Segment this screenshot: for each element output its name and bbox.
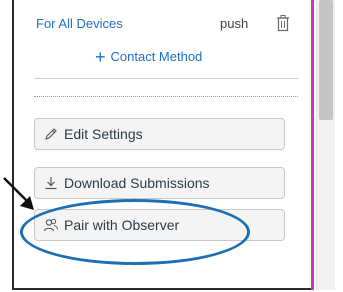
settings-panel: For All Devices push + Contact Method Ed… <box>20 0 310 288</box>
scrollbar[interactable] <box>316 0 335 290</box>
download-submissions-button[interactable]: Download Submissions <box>34 167 285 199</box>
device-link[interactable]: For All Devices <box>36 16 123 31</box>
scrollbar-thumb[interactable] <box>319 0 333 120</box>
pencil-icon <box>45 128 57 140</box>
add-contact-method-label: Contact Method <box>110 49 203 64</box>
pair-with-observer-label: Pair with Observer <box>64 217 180 233</box>
pointer-arrow-icon <box>3 177 34 210</box>
add-contact-method-link[interactable]: + Contact Method <box>95 46 203 67</box>
trash-icon[interactable] <box>275 14 291 32</box>
pair-with-observer-button[interactable]: Pair with Observer <box>34 209 285 241</box>
dotted-divider <box>34 96 298 97</box>
accent-rule <box>311 0 314 290</box>
users-icon <box>43 218 58 232</box>
plus-icon: + <box>95 46 106 67</box>
download-icon <box>45 177 57 190</box>
device-method: push <box>220 16 249 31</box>
download-submissions-label: Download Submissions <box>64 175 210 191</box>
edit-settings-button[interactable]: Edit Settings <box>34 118 285 150</box>
edit-settings-label: Edit Settings <box>64 126 143 142</box>
divider <box>34 78 298 79</box>
notification-device-row: For All Devices push <box>30 14 300 36</box>
